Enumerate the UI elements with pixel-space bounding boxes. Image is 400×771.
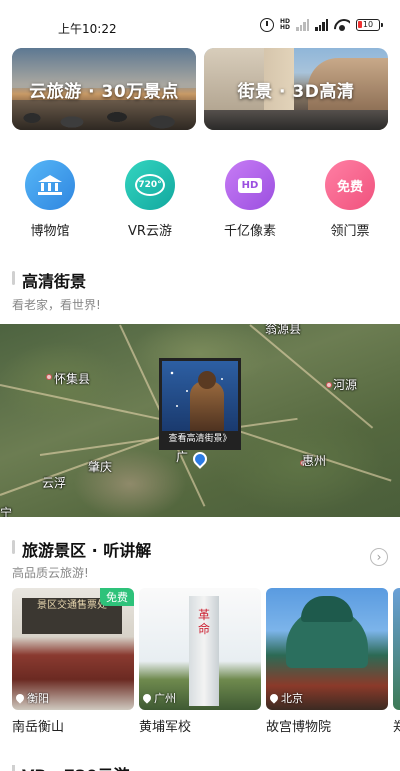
street-view-banner[interactable]: 街景 · 3D高清 — [204, 48, 388, 130]
map-label: 翁源县 — [265, 324, 302, 336]
signal-icon-2 — [315, 19, 328, 31]
street-view-map[interactable]: 翁源县 怀集县 河源 肇庆 广 惠州 云浮 宁 查看高清街景》 — [0, 324, 400, 517]
card-location: 衡阳 — [14, 690, 49, 706]
quick-action-vr[interactable]: 720° VR云游 — [110, 160, 190, 239]
card-name: 南岳衡山 — [12, 720, 65, 735]
tour-card-hengshan[interactable]: 景区交通售票处 免费 衡阳 南岳衡山 — [12, 588, 134, 735]
hengshan-image: 景区交通售票处 免费 衡阳 — [12, 588, 134, 710]
whampoa-image: 革命 广州 — [139, 588, 261, 710]
free-badge: 免费 — [100, 588, 134, 606]
wifi-icon — [334, 19, 350, 31]
vr-360-icon: 720° — [125, 160, 175, 210]
tour-title: 旅游景区 · 听讲解 — [22, 541, 152, 560]
monument-inscription: 革命 — [197, 608, 210, 636]
palace-museum-image: 北京 — [266, 588, 388, 710]
view-street-view-link[interactable]: 查看高清街景》 — [162, 431, 238, 447]
location-pin-icon — [190, 449, 210, 469]
status-time: 上午10:22 — [58, 22, 117, 36]
tour-subtitle: 高品质云旅游! — [12, 566, 89, 580]
status-bar: 上午10:22 HD HD 10 — [0, 0, 400, 40]
quick-action-museum[interactable]: 博物馆 — [10, 160, 90, 239]
hd-icon: HD — [225, 160, 275, 210]
status-icons: HD HD 10 — [259, 18, 383, 32]
map-label: 宁 — [0, 506, 13, 517]
more-arrow-icon[interactable]: › — [370, 548, 388, 566]
card-name: 郑 — [393, 720, 400, 735]
quick-action-label: 领门票 — [330, 224, 370, 239]
cloud-travel-banner-label: 云旅游 · 30万景点 — [29, 81, 179, 102]
quick-action-label: 博物馆 — [30, 224, 70, 239]
section-accent-bar — [12, 271, 15, 285]
map-label: 惠州 — [302, 454, 327, 468]
street-view-banner-label: 街景 · 3D高清 — [237, 81, 355, 102]
card-location: 广州 — [141, 690, 176, 706]
ticket-icon: 免费 — [325, 160, 375, 210]
map-label: 河源 — [333, 378, 358, 392]
museum-icon — [25, 160, 75, 210]
card-location: 北京 — [268, 690, 303, 706]
street-view-preview-card[interactable]: 查看高清街景》 — [159, 358, 241, 450]
quick-actions: 博物馆 720° VR云游 HD 千亿像素 免费 领门票 — [0, 160, 400, 240]
map-label: 怀集县 — [54, 372, 91, 386]
location-icon — [141, 692, 153, 704]
map-label: 广 — [176, 450, 189, 464]
tour-card-partial[interactable]: 郑 — [393, 588, 400, 735]
tour-card-whampoa[interactable]: 革命 广州 黄埔军校 — [139, 588, 261, 735]
partial-card-image — [393, 588, 400, 710]
card-name: 故宫博物院 — [266, 720, 332, 735]
quick-action-label: 千亿像素 — [223, 224, 276, 239]
section-accent-bar — [12, 540, 15, 554]
quick-action-ticket[interactable]: 免费 领门票 — [310, 160, 390, 239]
street-view-title: 高清街景 — [22, 272, 87, 291]
street-view-subtitle: 看老家，看世界! — [12, 298, 101, 312]
map-label: 云浮 — [42, 476, 67, 490]
next-section-title: VR · 720云游 — [22, 762, 129, 771]
map-label: 肇庆 — [88, 460, 113, 474]
cloud-travel-banner[interactable]: 云旅游 · 30万景点 — [12, 48, 196, 130]
hd-signal-icon: HD HD — [279, 18, 290, 31]
battery-icon: 10 — [356, 19, 383, 31]
location-icon — [268, 692, 280, 704]
quick-action-label: VR云游 — [128, 224, 172, 239]
location-icon — [14, 692, 26, 704]
section-accent-bar — [12, 765, 15, 771]
signal-icon — [296, 19, 309, 31]
tour-card-palace[interactable]: 北京 故宫博物院 — [266, 588, 388, 735]
alarm-icon — [259, 18, 274, 32]
card-name: 黄埔军校 — [139, 720, 192, 735]
quick-action-gigapixel[interactable]: HD 千亿像素 — [210, 160, 290, 239]
